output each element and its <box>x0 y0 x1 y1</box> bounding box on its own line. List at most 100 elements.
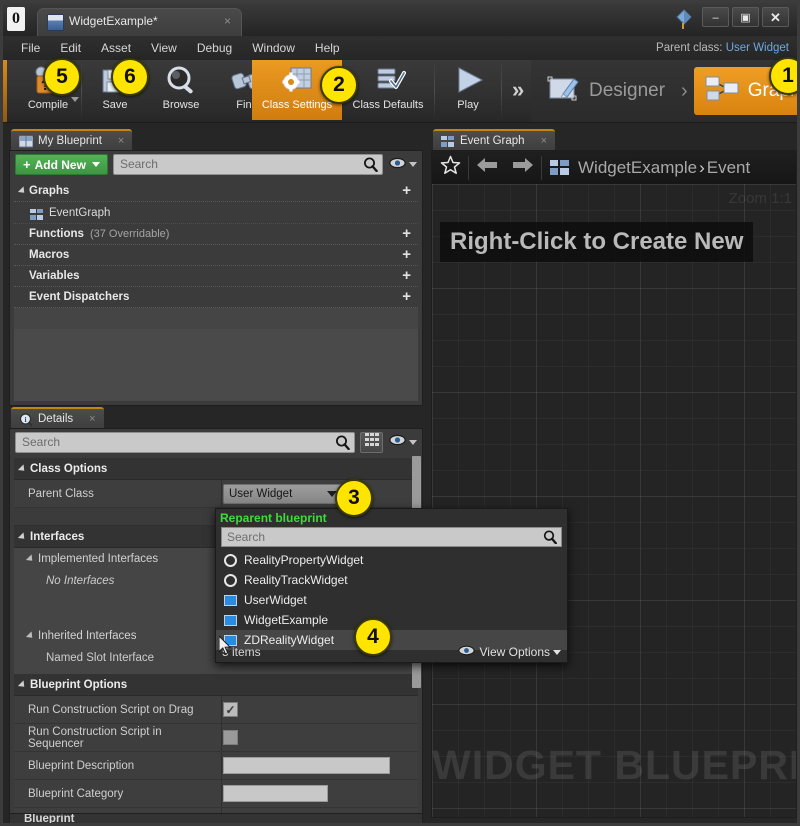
row-blueprint-category: Blueprint Category <box>14 780 418 808</box>
view-options-label: View Options <box>479 645 550 659</box>
breadcrumb-item-blueprint[interactable]: WidgetExample <box>578 158 697 178</box>
my-blueprint-toolbar: + Add New Search <box>10 151 422 178</box>
close-icon[interactable]: × <box>89 413 95 425</box>
tree-item-eventgraph[interactable]: EventGraph <box>14 202 418 224</box>
reparent-search-input[interactable]: Search <box>221 527 562 547</box>
search-icon <box>363 157 378 173</box>
chevron-down-icon <box>553 649 561 655</box>
parent-class-combobox[interactable]: User Widget <box>223 483 343 504</box>
close-icon[interactable]: × <box>118 135 124 147</box>
list-item-realitytrackwidget[interactable]: RealityTrackWidget <box>216 570 567 590</box>
blueprint-description-input[interactable] <box>223 757 390 774</box>
tree-section-macros[interactable]: Macros + <box>14 245 418 266</box>
document-tab-widgetexample[interactable]: WidgetExample* × <box>37 8 242 36</box>
callout-number: 5 <box>56 65 68 88</box>
tree-section-label: Functions <box>29 228 84 240</box>
run-construction-script-on-drag-checkbox[interactable]: ✓ <box>223 702 238 717</box>
widget-blueprint-icon <box>47 14 64 31</box>
eye-icon <box>389 433 406 451</box>
unreal-blueprint-editor-window: 0 WidgetExample* × – ▣ ✕ File Edit Asset… <box>0 0 800 826</box>
toolbar-accent-bar <box>3 60 7 122</box>
compile-label: Compile <box>27 99 69 111</box>
list-item-userwidget[interactable]: UserWidget <box>216 590 567 610</box>
section-blueprint-options-label: Blueprint Options <box>30 678 128 691</box>
section-blueprint-options[interactable]: Blueprint Options <box>14 674 418 696</box>
view-options-button[interactable]: View Options <box>457 645 561 659</box>
play-button[interactable]: Play <box>435 60 501 120</box>
clipped-section-label: Blueprint <box>24 813 75 825</box>
close-icon[interactable]: × <box>224 14 231 28</box>
maximize-button[interactable]: ▣ <box>732 7 759 27</box>
my-blueprint-search-input[interactable]: Search <box>112 154 383 175</box>
graph-node-icon <box>550 159 570 176</box>
add-event-dispatcher-button[interactable]: + <box>402 289 411 304</box>
details-tabstrip: i Details × <box>11 407 104 429</box>
list-item-widgetexample[interactable]: WidgetExample <box>216 610 567 630</box>
navigate-forward-button[interactable] <box>505 151 541 184</box>
graph-watermark: WIDGET BLUEPRINT <box>432 742 796 788</box>
star-icon <box>440 155 461 180</box>
tab-event-graph[interactable]: Event Graph × <box>433 129 556 151</box>
menu-item-window[interactable]: Window <box>242 36 305 60</box>
add-graph-button[interactable]: + <box>402 183 411 198</box>
callout-number: 3 <box>348 486 360 509</box>
close-button[interactable]: ✕ <box>762 7 789 27</box>
blueprint-category-input[interactable] <box>223 785 328 802</box>
tab-my-blueprint[interactable]: My Blueprint × <box>11 129 133 151</box>
details-next-section-clipped: Blueprint <box>9 813 423 825</box>
tree-section-functions[interactable]: Functions (37 Overridable) + <box>14 224 418 245</box>
menu-item-file[interactable]: File <box>11 36 50 60</box>
menu-item-view[interactable]: View <box>141 36 187 60</box>
close-icon[interactable]: × <box>541 135 547 147</box>
tree-section-label: Variables <box>29 270 80 282</box>
tab-details[interactable]: i Details × <box>11 407 104 429</box>
menu-item-debug[interactable]: Debug <box>187 36 242 60</box>
breadcrumb-item-graph[interactable]: Event <box>707 158 750 178</box>
add-new-button[interactable]: + Add New <box>15 154 108 175</box>
navigate-back-button[interactable] <box>469 151 505 184</box>
graph-hint-text: Right-Click to Create New <box>440 222 754 262</box>
parent-class-link[interactable]: User Widget <box>726 42 789 54</box>
callout-badge-1: 1 <box>769 57 797 95</box>
my-blueprint-view-options-button[interactable] <box>389 156 417 174</box>
tree-section-graphs[interactable]: Graphs + <box>14 181 418 202</box>
tree-section-variables[interactable]: Variables + <box>14 266 418 287</box>
add-macro-button[interactable]: + <box>402 247 411 262</box>
tree-section-label: Macros <box>29 249 70 261</box>
reparent-dropdown-footer: 5 items View Options <box>216 642 567 662</box>
class-defaults-label: Class Defaults <box>352 99 424 111</box>
add-variable-button[interactable]: + <box>402 268 411 283</box>
tree-item-label: EventGraph <box>49 206 111 219</box>
expand-triangle-icon <box>17 531 28 542</box>
menu-item-list: File Edit Asset View Debug Window Help <box>11 36 350 60</box>
parent-class-combobox-value: User Widget <box>229 487 293 500</box>
chevron-down-icon[interactable] <box>71 97 79 102</box>
zoom-level-label: Zoom 1:1 <box>728 190 792 207</box>
parent-class-label: Parent class: <box>656 42 723 54</box>
details-grid-view-button[interactable] <box>360 431 383 453</box>
section-class-options[interactable]: Class Options <box>14 458 418 480</box>
toolbar-overflow-icon[interactable]: » <box>502 60 534 120</box>
event-graph-tabstrip: Event Graph × <box>433 129 556 151</box>
window-controls: – ▣ ✕ <box>702 7 789 27</box>
class-settings-icon <box>277 64 317 98</box>
menu-item-edit[interactable]: Edit <box>50 36 91 60</box>
event-graph-header: WidgetExample › Event <box>432 151 796 185</box>
details-search-input[interactable]: Search <box>15 431 355 453</box>
event-graph-canvas[interactable]: Zoom 1:1 Right-Click to Create New WIDGE… <box>432 184 796 817</box>
minimize-button[interactable]: – <box>702 7 729 27</box>
add-function-button[interactable]: + <box>402 226 411 241</box>
tree-section-sublabel: (37 Overridable) <box>89 228 170 240</box>
tree-section-event-dispatchers[interactable]: Event Dispatchers + <box>14 287 418 308</box>
browse-button[interactable]: Browse <box>148 60 214 120</box>
favorite-button[interactable] <box>432 151 468 184</box>
expand-triangle-icon <box>25 554 36 564</box>
details-view-options-button[interactable] <box>389 433 417 451</box>
mode-designer-button[interactable]: Designer <box>537 67 675 115</box>
run-construction-script-in-sequencer-checkbox[interactable] <box>223 730 238 745</box>
my-blueprint-icon <box>18 135 34 148</box>
list-item-realitypropertywidget[interactable]: RealityPropertyWidget <box>216 550 567 570</box>
row-key: Run Construction Script in Sequencer <box>28 725 162 750</box>
menu-item-asset[interactable]: Asset <box>91 36 141 60</box>
menu-item-help[interactable]: Help <box>305 36 350 60</box>
